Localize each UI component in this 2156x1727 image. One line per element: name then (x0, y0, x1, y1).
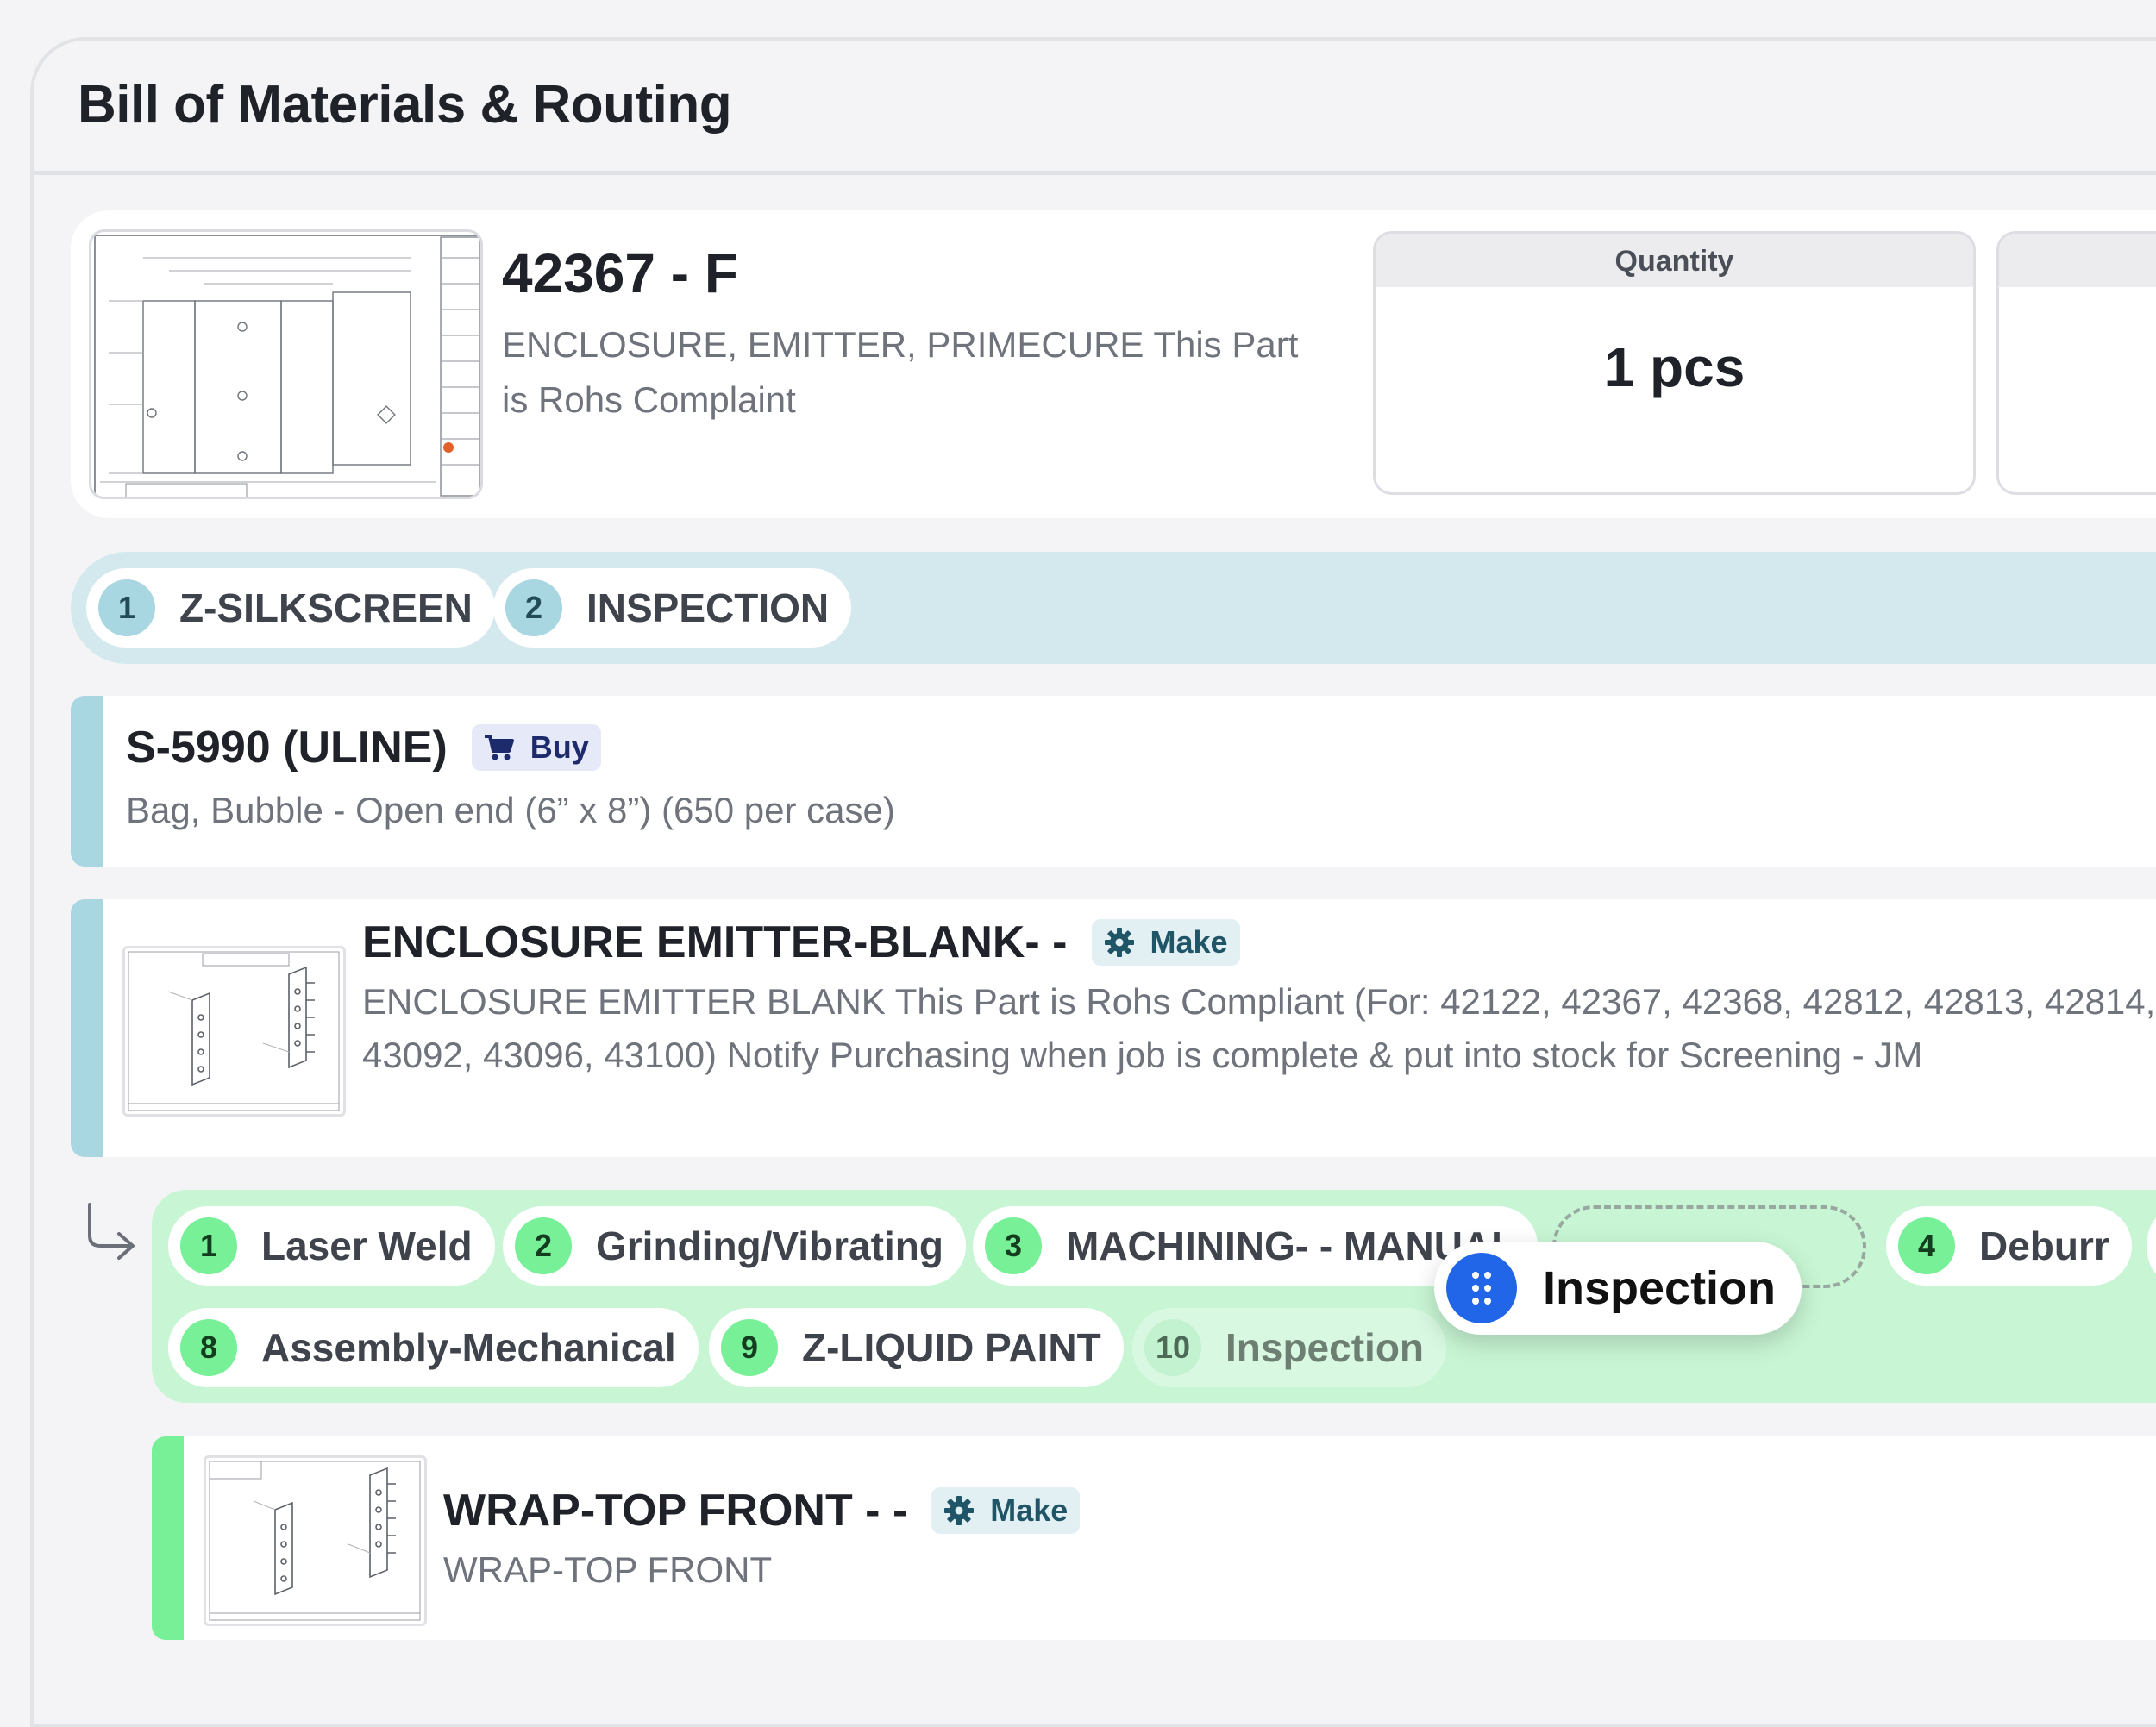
item-description: Bag, Bubble - Open end (6” x 8”) (650 pe… (126, 790, 895, 830)
secondary-stat-header (1999, 234, 2156, 287)
step-label: Laser Weld (261, 1223, 473, 1268)
routing-step[interactable]: 1 Z-SILKSCREEN (86, 568, 495, 648)
quantity-value: 1 pcs (1603, 336, 1745, 398)
technical-drawing-icon (94, 235, 480, 497)
badge-label: Buy (530, 729, 589, 765)
item-part-number: WRAP-TOP FRONT - - (443, 1486, 908, 1536)
secondary-stat-card (1996, 231, 2156, 495)
buy-badge: Buy (471, 724, 601, 771)
technical-drawing-icon (209, 1461, 421, 1621)
item-part-number: S-5990 (ULINE) (126, 723, 448, 773)
dragging-step-label: Inspection (1543, 1262, 1777, 1314)
routing-step[interactable]: 4 Deburr (1886, 1206, 2132, 1286)
routing-step[interactable]: 1 Laser Weld (168, 1206, 495, 1286)
step-label: Z-LIQUID PAINT (802, 1325, 1101, 1370)
routing-step[interactable]: 8 Assembly-Mechanical (168, 1308, 699, 1387)
item-title: S-5990 (ULINE) Buy (126, 722, 601, 773)
bom-item-row[interactable]: S-5990 (ULINE) Buy Bag, Bubble - Open en… (71, 696, 2156, 867)
item-drawing-thumbnail[interactable] (122, 946, 346, 1117)
step-label: Grinding/Vibrating (596, 1223, 943, 1268)
step-number: 1 (180, 1217, 237, 1274)
make-badge: Make (1091, 919, 1240, 966)
step-label: Assembly-Mechanical (261, 1325, 676, 1370)
item-accent-bar (71, 696, 103, 867)
routing-step-ghost[interactable]: 10 Inspection (1132, 1308, 1447, 1387)
step-number: 8 (180, 1319, 237, 1376)
part-number: 42367 - F (502, 242, 738, 304)
item-part-number: ENCLOSURE EMITTER-BLANK- - (362, 917, 1068, 967)
item-title: WRAP-TOP FRONT - - Make (443, 1485, 1081, 1536)
step-number: 3 (985, 1217, 1042, 1274)
bom-item-row[interactable]: WRAP-TOP FRONT - - Make WRAP-TOP FRONT (152, 1436, 2156, 1640)
step-number: 9 (721, 1319, 778, 1376)
bom-item-row[interactable]: ENCLOSURE EMITTER-BLANK- - Make ENCLOSUR… (71, 899, 2156, 1157)
item-drawing-thumbnail[interactable] (204, 1455, 427, 1626)
dragging-step-chip[interactable]: Inspection (1434, 1242, 1802, 1335)
step-label: Z-SILKSCREEN (179, 585, 473, 630)
routing-step[interactable]: 2 INSPECTION (493, 568, 852, 648)
item-title: ENCLOSURE EMITTER-BLANK- - Make (362, 917, 1240, 968)
technical-drawing-icon (128, 951, 340, 1111)
subassembly-arrow-icon (83, 1201, 140, 1267)
part-description: ENCLOSURE, EMITTER, PRIMECURE This Part … (502, 324, 1299, 420)
badge-label: Make (1150, 924, 1228, 960)
badge-label: Make (990, 1492, 1069, 1528)
item-description: WRAP-TOP FRONT (443, 1549, 773, 1590)
item-accent-bar (71, 899, 103, 1157)
step-label: Deburr (1979, 1223, 2109, 1268)
title-divider (34, 171, 2156, 175)
step-number: 1 (98, 579, 155, 636)
quantity-label: Quantity (1376, 234, 1973, 287)
step-number: 10 (1144, 1319, 1201, 1376)
step-number: 2 (515, 1217, 572, 1274)
step-label: Inspection (1225, 1325, 1425, 1370)
gear-icon (1104, 928, 1134, 957)
quantity-card: Quantity 1 pcs (1373, 231, 1976, 495)
step-number: 2 (505, 579, 562, 636)
step-label: INSPECTION (586, 585, 830, 630)
drag-handle-icon[interactable] (1446, 1253, 1517, 1323)
step-number: 4 (1898, 1217, 1955, 1274)
gear-icon (944, 1496, 975, 1525)
cart-icon (484, 735, 514, 760)
page-title: Bill of Materials & Routing (78, 75, 732, 135)
routing-step[interactable]: 2 Grinding/Vibrating (503, 1206, 966, 1286)
routing-step[interactable]: 9 Z-LIQUID PAINT (709, 1308, 1124, 1387)
part-drawing-thumbnail[interactable] (89, 229, 483, 499)
item-description: ENCLOSURE EMITTER BLANK This Part is Roh… (362, 981, 2156, 1075)
make-badge: Make (931, 1487, 1081, 1534)
item-accent-bar (152, 1436, 184, 1640)
